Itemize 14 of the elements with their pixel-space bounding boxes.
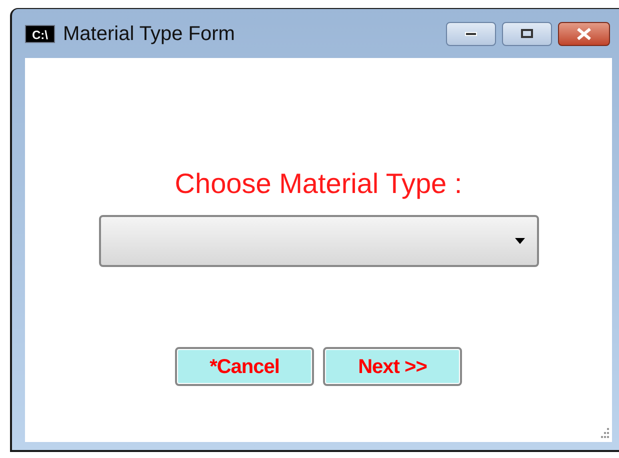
maximize-icon	[521, 29, 533, 38]
prompt-label: Choose Material Type :	[174, 167, 462, 201]
close-button[interactable]	[558, 22, 610, 46]
dropdown-arrow-icon	[514, 238, 524, 244]
minimize-icon	[465, 32, 477, 36]
window-title: Material Type Form	[63, 22, 235, 46]
cancel-button[interactable]: *Cancel	[175, 347, 314, 386]
resize-grip-icon	[598, 427, 610, 439]
next-button[interactable]: Next >>	[323, 347, 462, 386]
material-type-dropdown[interactable]	[98, 215, 538, 267]
minimize-button[interactable]	[446, 22, 496, 46]
console-icon: C:\	[25, 24, 55, 42]
close-icon	[576, 28, 592, 40]
maximize-button[interactable]	[502, 22, 552, 46]
